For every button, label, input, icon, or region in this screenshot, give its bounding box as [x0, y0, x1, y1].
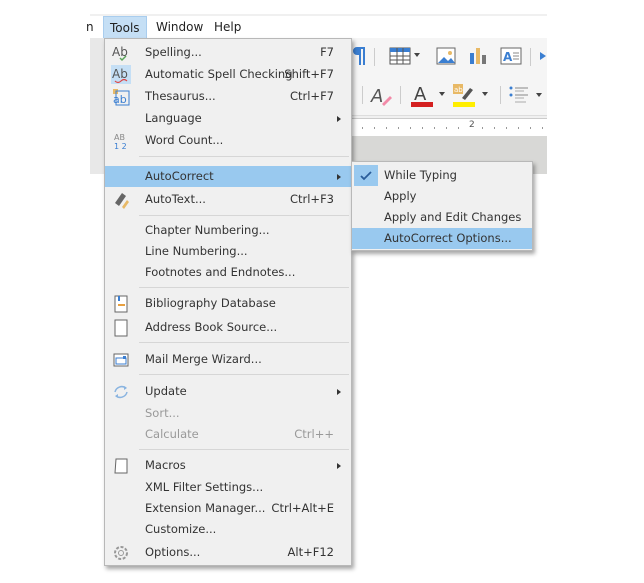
menu-item-chapter-numbering[interactable]: Chapter Numbering...	[105, 220, 351, 241]
menu-item-language[interactable]: Language	[105, 108, 351, 129]
menu-separator	[139, 342, 349, 343]
autotext-icon	[111, 190, 131, 209]
auto-spellcheck-icon: Ab	[111, 65, 131, 84]
svg-text:A: A	[370, 86, 383, 107]
insert-table-icon[interactable]	[389, 46, 411, 66]
menu-item-autocorrect[interactable]: AutoCorrect	[105, 166, 351, 187]
menu-item-mail-merge-wizard[interactable]: Mail Merge Wizard...	[105, 349, 351, 370]
svg-text:ab: ab	[454, 86, 463, 94]
menubar-item-partial[interactable]: n	[84, 16, 96, 38]
formatting-marks-icon[interactable]	[352, 46, 366, 66]
horizontal-ruler[interactable]: 2	[352, 118, 547, 136]
submenu-item-while-typing[interactable]: While Typing	[352, 165, 532, 186]
menu-item-spelling[interactable]: Ab Spelling... F7	[105, 42, 351, 63]
menu-item-bibliography-database[interactable]: Bibliography Database	[105, 293, 351, 314]
bibliography-icon	[111, 294, 131, 313]
menu-separator	[139, 374, 349, 375]
submenu-item-autocorrect-options[interactable]: AutoCorrect Options...	[352, 228, 532, 249]
menu-separator	[139, 287, 349, 288]
checkmark-icon	[354, 165, 378, 186]
menu-item-customize[interactable]: Customize...	[105, 519, 351, 540]
submenu-item-apply[interactable]: Apply	[352, 186, 532, 207]
submenu-arrow-icon	[337, 463, 341, 469]
menubar-item-window[interactable]: Window	[150, 16, 209, 38]
update-icon	[111, 382, 131, 401]
menu-separator	[139, 215, 349, 216]
svg-text:Ab: Ab	[112, 67, 128, 81]
thesaurus-icon: ab	[111, 87, 131, 106]
submenu-arrow-icon	[337, 174, 341, 180]
highlight-dropdown-icon[interactable]	[482, 91, 488, 97]
more-tools-icon[interactable]	[540, 52, 546, 60]
svg-text:A: A	[414, 84, 427, 105]
mail-merge-icon	[111, 350, 131, 369]
menubar: n Tools Window Help	[86, 16, 547, 38]
svg-text:AB: AB	[114, 133, 125, 142]
menu-separator	[139, 449, 349, 450]
clear-formatting-icon[interactable]: A	[370, 84, 392, 108]
menubar-item-help[interactable]: Help	[208, 16, 247, 38]
svg-text:ab: ab	[113, 93, 127, 106]
menu-item-address-book-source[interactable]: Address Book Source...	[105, 317, 351, 338]
list-icon[interactable]	[508, 84, 530, 106]
menu-item-sort[interactable]: Sort...	[105, 403, 351, 424]
address-book-icon	[111, 318, 131, 337]
menu-item-automatic-spell-checking[interactable]: Ab Automatic Spell Checking Shift+F7	[105, 64, 351, 85]
menu-item-autotext[interactable]: AutoText... Ctrl+F3	[105, 189, 351, 210]
menu-item-xml-filter-settings[interactable]: XML Filter Settings...	[105, 477, 351, 498]
menu-item-word-count[interactable]: AB 1 2 Word Count...	[105, 130, 351, 151]
word-count-icon: AB 1 2	[111, 131, 131, 150]
font-color-icon[interactable]: A	[410, 82, 434, 108]
svg-text:A: A	[503, 50, 513, 64]
list-dropdown-icon[interactable]	[536, 92, 542, 98]
menu-item-extension-manager[interactable]: Extension Manager... Ctrl+Alt+E	[105, 498, 351, 519]
menu-item-line-numbering[interactable]: Line Numbering...	[105, 241, 351, 262]
menu-item-options[interactable]: Options... Alt+F12	[105, 542, 351, 563]
submenu-item-apply-and-edit-changes[interactable]: Apply and Edit Changes	[352, 207, 532, 228]
insert-chart-icon[interactable]	[468, 46, 488, 66]
menu-separator	[139, 156, 349, 157]
menubar-item-tools[interactable]: Tools	[103, 16, 147, 38]
spelling-icon: Ab	[111, 43, 131, 62]
menu-item-calculate[interactable]: Calculate Ctrl++	[105, 424, 351, 445]
macros-icon	[111, 456, 131, 475]
menu-item-macros[interactable]: Macros	[105, 455, 351, 476]
highlighting-color-icon[interactable]: ab	[452, 82, 476, 108]
tools-menu: Ab Spelling... F7 Ab Automatic Spell Che…	[104, 38, 352, 566]
menu-item-footnotes-endnotes[interactable]: Footnotes and Endnotes...	[105, 262, 351, 283]
menu-item-update[interactable]: Update	[105, 381, 351, 402]
autocorrect-submenu: While Typing Apply Apply and Edit Change…	[351, 161, 533, 251]
svg-text:1 2: 1 2	[114, 142, 127, 150]
insert-image-icon[interactable]	[436, 46, 456, 66]
submenu-arrow-icon	[337, 389, 341, 395]
left-panel	[90, 38, 104, 174]
insert-textbox-icon[interactable]: A	[500, 46, 522, 66]
table-dropdown-icon[interactable]	[414, 52, 420, 58]
ruler-mark: 2	[469, 120, 475, 130]
options-gear-icon	[111, 543, 131, 562]
submenu-arrow-icon	[337, 116, 341, 122]
font-color-dropdown-icon[interactable]	[439, 91, 445, 97]
menu-item-thesaurus[interactable]: ab Thesaurus... Ctrl+F7	[105, 86, 351, 107]
